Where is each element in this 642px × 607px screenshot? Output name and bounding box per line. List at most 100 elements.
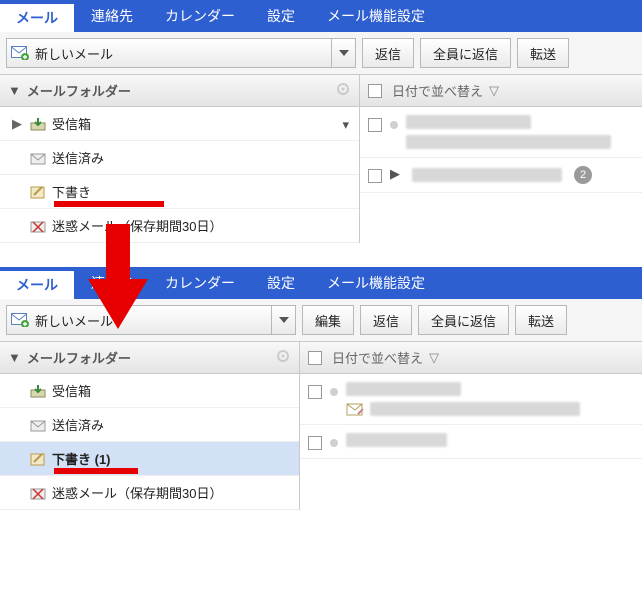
- tab-mail-settings[interactable]: メール機能設定: [311, 267, 441, 299]
- draft-item-icon: [346, 402, 364, 416]
- tab-contacts[interactable]: 連絡先: [75, 267, 149, 299]
- folder-tree: ▼ メールフォルダー ▶ 受信箱 ▾ 送信済み: [0, 75, 360, 243]
- inbox-icon: [26, 384, 50, 398]
- row-checkbox[interactable]: [308, 385, 322, 399]
- draft-icon: [26, 452, 50, 466]
- list-header: 日付で並べ替え ▽: [300, 342, 642, 374]
- thread-count-badge: 2: [574, 166, 592, 184]
- envelope-plus-icon: [7, 46, 33, 60]
- list-item[interactable]: ▶ 2: [360, 158, 642, 193]
- edit-button[interactable]: 編集: [302, 305, 354, 335]
- compose-button[interactable]: 新しいメール: [6, 38, 356, 68]
- tab-bar: メール 連絡先 カレンダー 設定 メール機能設定: [0, 0, 642, 32]
- compose-caret-icon[interactable]: [271, 306, 295, 334]
- sent-icon: [26, 151, 50, 165]
- folder-header-label: メールフォルダー: [27, 81, 131, 100]
- sender-placeholder: [346, 382, 461, 396]
- unread-dot-icon: [330, 388, 338, 396]
- inbox-icon: [26, 117, 50, 131]
- folder-label: 受信箱: [50, 114, 351, 133]
- separator-gap: [0, 243, 642, 267]
- toolbar: 新しいメール 編集 返信 全員に返信 転送: [0, 299, 642, 342]
- tab-mail-settings[interactable]: メール機能設定: [311, 0, 441, 32]
- folder-inbox[interactable]: ▶ 受信箱 ▾: [0, 107, 359, 141]
- select-all-checkbox[interactable]: [368, 84, 382, 98]
- sender-placeholder: [406, 115, 531, 129]
- sort-label[interactable]: 日付で並べ替え: [392, 81, 483, 100]
- folder-label: 迷惑メール（保存期間30日）: [50, 483, 291, 502]
- reply-all-button[interactable]: 全員に返信: [418, 305, 509, 335]
- annotation-underline: [54, 201, 164, 207]
- select-all-checkbox[interactable]: [308, 351, 322, 365]
- sort-caret-icon: ▽: [429, 350, 439, 366]
- list-item[interactable]: [300, 374, 642, 425]
- folder-spam[interactable]: 迷惑メール（保存期間30日）: [0, 476, 299, 510]
- expand-icon: ▶: [12, 116, 26, 132]
- sort-caret-icon: ▽: [489, 83, 499, 99]
- row-checkbox[interactable]: [368, 169, 382, 183]
- collapse-icon: ▼: [8, 83, 21, 98]
- toolbar: 新しいメール 返信 全員に返信 転送: [0, 32, 642, 75]
- forward-button[interactable]: 転送: [517, 38, 569, 68]
- collapse-icon: ▼: [8, 350, 21, 365]
- thread-expand-icon[interactable]: ▶: [390, 166, 400, 182]
- gear-icon[interactable]: [275, 348, 291, 364]
- folder-spam[interactable]: 迷惑メール（保存期間30日）: [0, 209, 359, 243]
- tab-calendar[interactable]: カレンダー: [149, 0, 251, 32]
- folder-label: 送信済み: [50, 415, 291, 434]
- tab-mail[interactable]: メール: [0, 2, 75, 32]
- annotation-underline: [54, 468, 138, 474]
- folder-sent[interactable]: 送信済み: [0, 141, 359, 175]
- tab-contacts[interactable]: 連絡先: [75, 0, 149, 32]
- sender-placeholder: [346, 433, 447, 447]
- folder-sent[interactable]: 送信済み: [0, 408, 299, 442]
- tab-settings[interactable]: 設定: [251, 267, 311, 299]
- folder-label: 下書き (1): [50, 449, 291, 468]
- folder-inbox[interactable]: 受信箱: [0, 374, 299, 408]
- compose-caret-icon[interactable]: [331, 39, 355, 67]
- sent-icon: [26, 418, 50, 432]
- row-checkbox[interactable]: [308, 436, 322, 450]
- folder-header-label: メールフォルダー: [27, 348, 131, 367]
- folder-tree: ▼ メールフォルダー 受信箱 送信済み: [0, 342, 300, 510]
- folder-drafts[interactable]: 下書き: [0, 175, 359, 209]
- tab-calendar[interactable]: カレンダー: [149, 267, 251, 299]
- folder-drafts[interactable]: 下書き (1): [0, 442, 299, 476]
- reply-button[interactable]: 返信: [360, 305, 412, 335]
- compose-label: 新しいメール: [33, 311, 271, 330]
- envelope-plus-icon: [7, 313, 33, 327]
- tab-bar: メール 連絡先 カレンダー 設定 メール機能設定: [0, 267, 642, 299]
- folder-label: 下書き: [50, 182, 351, 201]
- unread-dot-icon: [390, 121, 398, 129]
- subject-placeholder: [370, 402, 580, 416]
- spam-icon: [26, 486, 50, 500]
- draft-icon: [26, 185, 50, 199]
- compose-button[interactable]: 新しいメール: [6, 305, 296, 335]
- folder-header[interactable]: ▼ メールフォルダー: [0, 75, 359, 107]
- tab-mail[interactable]: メール: [0, 269, 75, 299]
- message-list: 日付で並べ替え ▽ ▶ 2: [360, 75, 642, 243]
- folder-label: 送信済み: [50, 148, 351, 167]
- message-list: 日付で並べ替え ▽: [300, 342, 642, 510]
- gear-icon[interactable]: [335, 81, 351, 97]
- list-header: 日付で並べ替え ▽: [360, 75, 642, 107]
- folder-label: 迷惑メール（保存期間30日）: [50, 216, 351, 235]
- folder-header[interactable]: ▼ メールフォルダー: [0, 342, 299, 374]
- chevron-down-icon[interactable]: ▾: [342, 117, 349, 133]
- folder-label: 受信箱: [50, 381, 291, 400]
- reply-all-button[interactable]: 全員に返信: [420, 38, 511, 68]
- reply-button[interactable]: 返信: [362, 38, 414, 68]
- panel-after: メール 連絡先 カレンダー 設定 メール機能設定 新しいメール 編集 返信 全員…: [0, 267, 642, 510]
- compose-label: 新しいメール: [33, 44, 331, 63]
- row-checkbox[interactable]: [368, 118, 382, 132]
- list-item[interactable]: [300, 425, 642, 459]
- list-item[interactable]: [360, 107, 642, 158]
- subject-placeholder: [406, 135, 611, 149]
- subject-placeholder: [412, 168, 562, 182]
- unread-dot-icon: [330, 439, 338, 447]
- tab-settings[interactable]: 設定: [251, 0, 311, 32]
- panel-before: メール 連絡先 カレンダー 設定 メール機能設定 新しいメール 返信 全員に返信…: [0, 0, 642, 243]
- forward-button[interactable]: 転送: [515, 305, 567, 335]
- spam-icon: [26, 219, 50, 233]
- sort-label[interactable]: 日付で並べ替え: [332, 348, 423, 367]
